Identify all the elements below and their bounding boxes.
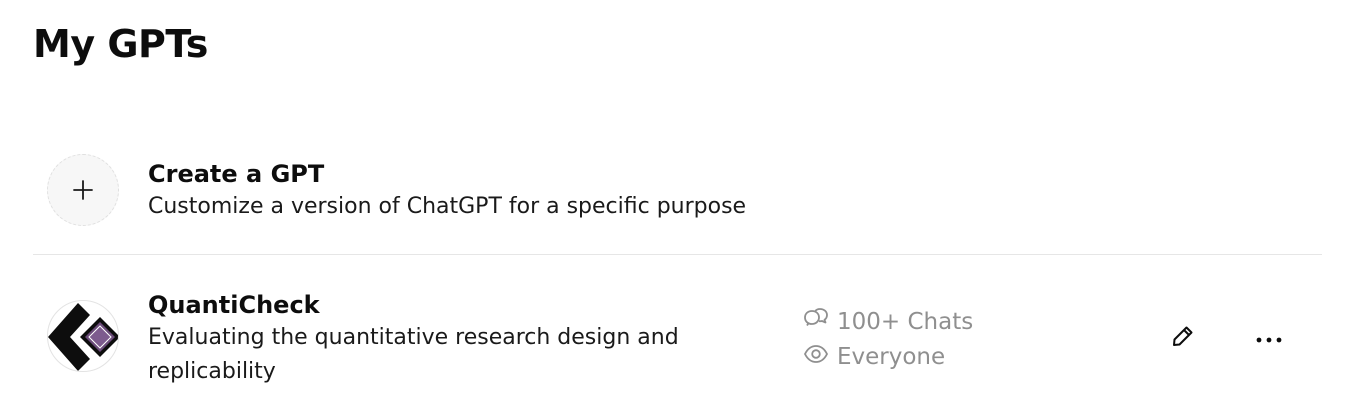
chats-count-line: 100+ Chats [803, 304, 973, 339]
more-options-button[interactable] [1249, 318, 1289, 358]
chats-count: 100+ Chats [837, 308, 974, 335]
ellipsis-icon [1256, 329, 1282, 348]
pencil-icon [1171, 324, 1195, 352]
edit-gpt-button[interactable] [1163, 318, 1203, 358]
plus-icon [47, 154, 119, 226]
gpt-avatar [47, 300, 119, 372]
visibility-line: Everyone [803, 339, 973, 374]
create-gpt-title: Create a GPT [148, 160, 325, 188]
quanticheck-logo-icon [48, 303, 118, 371]
my-gpts-page: My GPTs Create a GPT Customize a version… [0, 0, 1360, 420]
gpt-description: Evaluating the quantitative research des… [148, 325, 679, 384]
visibility-label: Everyone [837, 343, 946, 370]
create-gpt-text: Create a GPT Customize a version of Chat… [148, 158, 746, 224]
create-gpt-description: Customize a version of ChatGPT for a spe… [148, 194, 747, 219]
page-title: My GPTs [33, 22, 208, 66]
gpt-row-quanticheck[interactable]: QuantiCheck Evaluating the quantitative … [33, 289, 1322, 399]
gpt-text: QuantiCheck Evaluating the quantitative … [148, 289, 708, 389]
create-gpt-row[interactable]: Create a GPT Customize a version of Chat… [33, 148, 1322, 255]
gpt-meta: 100+ Chats Everyone [803, 304, 973, 374]
chat-bubbles-icon [803, 307, 837, 337]
gpt-name: QuantiCheck [148, 291, 320, 319]
eye-icon [803, 343, 837, 371]
